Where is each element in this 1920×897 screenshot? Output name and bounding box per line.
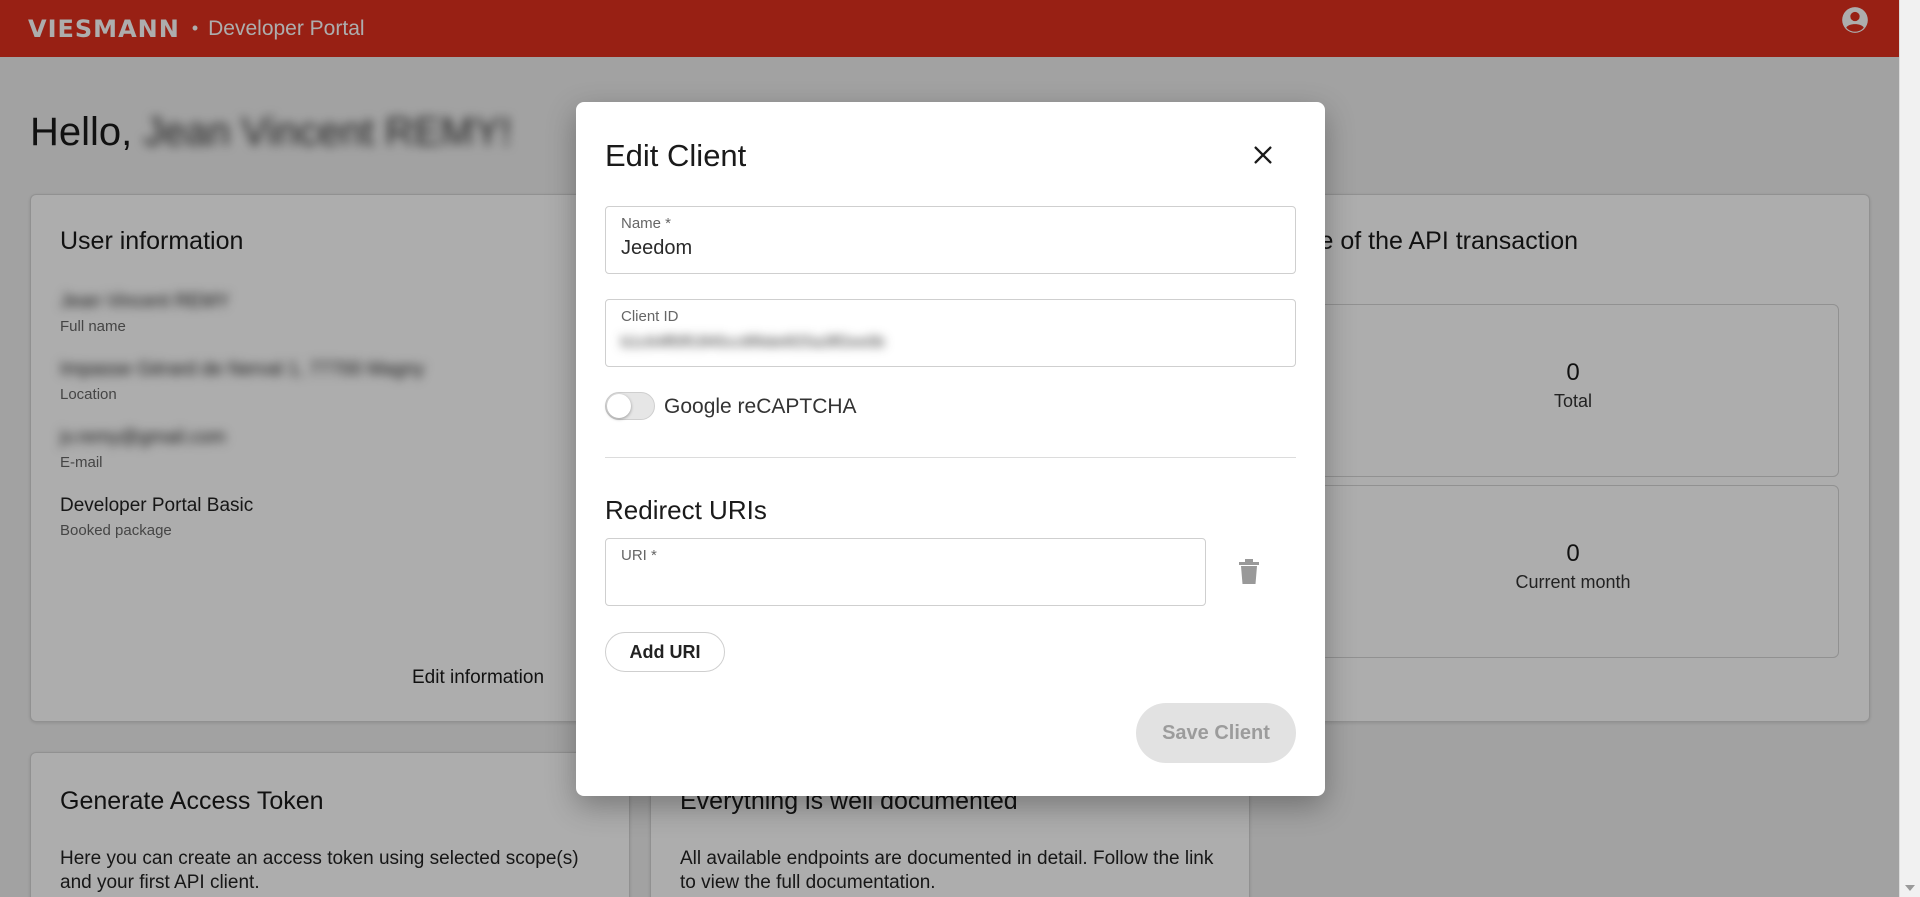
save-client-button[interactable]: Save Client — [1136, 703, 1296, 763]
name-field[interactable]: Name * — [605, 206, 1296, 274]
page-scrollbar[interactable] — [1899, 0, 1920, 897]
dialog-title: Edit Client — [605, 138, 747, 173]
client-id-field[interactable]: Client ID b1c64ff0f53f45cc8f9de6f25a3ff2… — [605, 299, 1296, 367]
uri-input[interactable] — [621, 569, 1161, 592]
edit-client-dialog: Edit Client Name * Client ID b1c64ff0f53… — [576, 102, 1325, 796]
uri-field[interactable]: URI * — [605, 538, 1206, 606]
trash-icon[interactable] — [1238, 559, 1260, 585]
section-divider — [605, 457, 1296, 458]
scroll-down-arrow-icon[interactable] — [1905, 885, 1915, 891]
redirect-uris-heading: Redirect URIs — [605, 495, 767, 525]
recaptcha-toggle[interactable] — [605, 392, 655, 420]
name-input[interactable] — [621, 237, 1242, 260]
close-icon[interactable] — [1252, 144, 1274, 166]
name-field-label: Name * — [621, 215, 672, 232]
uri-field-label: URI * — [621, 547, 657, 564]
recaptcha-label: Google reCAPTCHA — [664, 395, 857, 418]
client-id-label: Client ID — [621, 308, 679, 325]
client-id-value[interactable]: b1c64ff0f53f45cc8f9de6f25a3ff2ee0b — [621, 334, 1241, 352]
add-uri-button[interactable]: Add URI — [605, 632, 725, 672]
toggle-knob — [607, 394, 631, 418]
